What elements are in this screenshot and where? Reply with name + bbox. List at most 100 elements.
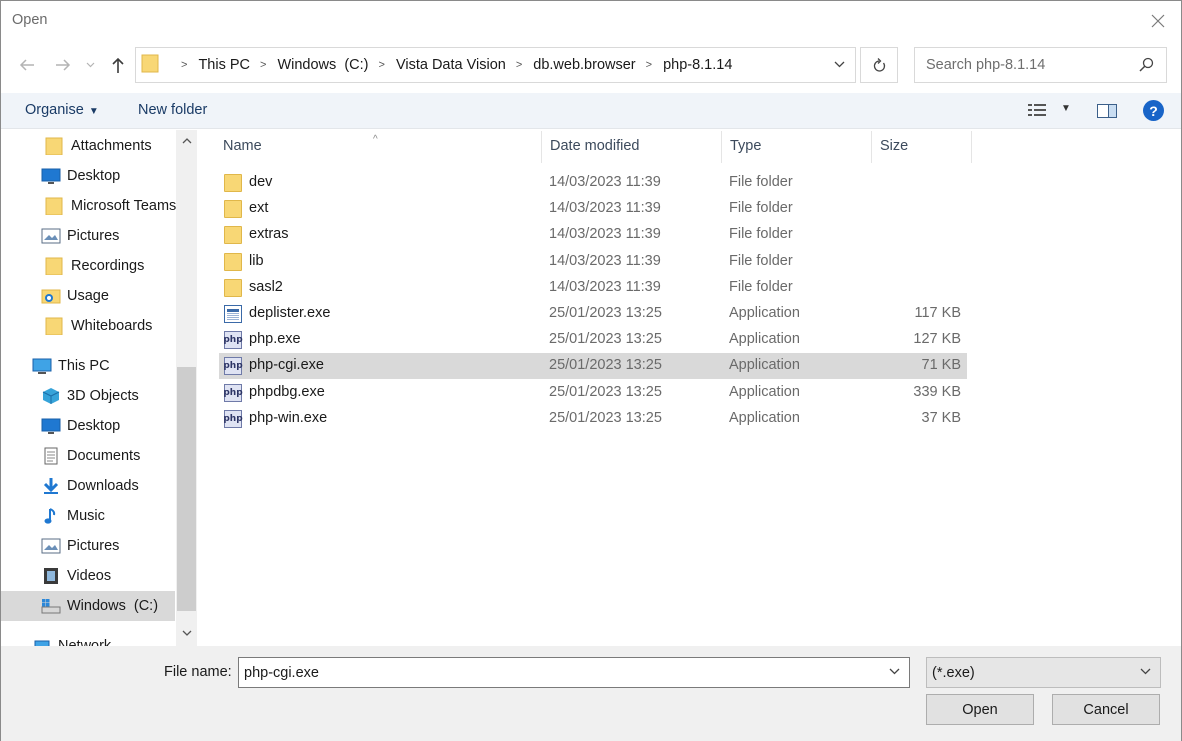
sidebar-item[interactable]: Windows (C:) bbox=[1, 591, 175, 621]
sidebar-item[interactable]: Whiteboards bbox=[1, 311, 175, 341]
file-row[interactable]: lib 14/03/2023 11:39 File folder bbox=[219, 249, 967, 275]
sidebar-item-label: Whiteboards bbox=[71, 318, 153, 334]
sidebar-item[interactable]: Documents bbox=[1, 441, 175, 471]
sidebar-item[interactable]: Network bbox=[1, 631, 175, 646]
back-button[interactable] bbox=[14, 51, 40, 79]
breadcrumb-vista-data-vision[interactable]: Vista Data Vision bbox=[396, 57, 506, 73]
scroll-up-icon[interactable] bbox=[177, 135, 196, 147]
file-row[interactable]: sasl2 14/03/2023 11:39 File folder bbox=[219, 275, 967, 301]
file-name: php-win.exe bbox=[249, 409, 328, 426]
search-input[interactable]: Search php-8.1.14 bbox=[914, 47, 1167, 83]
folder-icon bbox=[224, 278, 242, 297]
column-header-date[interactable]: Date modified bbox=[550, 138, 639, 162]
file-row[interactable]: deplister.exe 25/01/2023 13:25 Application… bbox=[219, 301, 967, 327]
sidebar-item[interactable]: Attachments bbox=[1, 131, 175, 161]
forward-button[interactable] bbox=[50, 51, 76, 79]
refresh-button[interactable] bbox=[860, 47, 898, 83]
column-header-size[interactable]: Size bbox=[880, 138, 908, 162]
file-size: 37 KB bbox=[921, 409, 962, 426]
title-bar: Open bbox=[1, 1, 1181, 41]
column-header-type[interactable]: Type bbox=[730, 138, 761, 162]
address-bar[interactable]: > This PC > Windows (C:) > Vista Data Vi… bbox=[135, 47, 856, 83]
file-row[interactable]: php phpdbg.exe 25/01/2023 13:25 Application… bbox=[219, 380, 967, 406]
up-button[interactable] bbox=[105, 51, 131, 79]
chevron-down-icon[interactable] bbox=[889, 666, 900, 678]
file-row[interactable]: php php-win.exe 25/01/2023 13:25 Applicatio… bbox=[219, 406, 967, 432]
file-row[interactable]: php php.exe 25/01/2023 13:25 Application 127… bbox=[219, 327, 967, 353]
sidebar-item[interactable]: This PC bbox=[1, 351, 175, 381]
folder-icon bbox=[224, 200, 242, 219]
file-name: dev bbox=[249, 174, 273, 190]
file-name-input[interactable]: php-cgi.exe bbox=[238, 657, 910, 688]
sidebar-item-label: 3D Objects bbox=[67, 388, 139, 404]
folder-icon bbox=[224, 226, 242, 245]
folder-icon bbox=[45, 257, 63, 276]
usage-icon bbox=[41, 287, 61, 305]
scroll-down-icon[interactable] bbox=[177, 628, 196, 640]
file-type: Application bbox=[729, 357, 800, 374]
php-icon: php bbox=[223, 357, 243, 376]
file-row[interactable]: ext 14/03/2023 11:39 File folder bbox=[219, 196, 967, 222]
sidebar-item-label: Desktop bbox=[67, 418, 121, 434]
application-icon bbox=[224, 305, 242, 323]
address-dropdown-icon[interactable] bbox=[834, 57, 845, 71]
help-icon[interactable]: ? bbox=[1143, 100, 1164, 121]
caret-down-icon[interactable]: ▼ bbox=[1061, 103, 1071, 114]
sidebar-item[interactable]: Usage bbox=[1, 281, 175, 311]
sidebar-item[interactable]: Music bbox=[1, 501, 175, 531]
sidebar-item[interactable]: Desktop bbox=[1, 161, 175, 191]
organise-label: Organise bbox=[25, 102, 84, 118]
file-row[interactable]: extras 14/03/2023 11:39 File folder bbox=[219, 222, 967, 248]
sidebar-item[interactable]: Videos bbox=[1, 561, 175, 591]
open-button[interactable]: Open bbox=[926, 694, 1034, 725]
file-name: deplister.exe bbox=[249, 305, 331, 321]
file-type-value: (*.exe) bbox=[932, 664, 975, 681]
dialog-footer: File name: php-cgi.exe (*.exe) Open Canc… bbox=[1, 646, 1181, 741]
sidebar-item[interactable]: 3D Objects bbox=[1, 381, 175, 411]
preview-pane-icon[interactable] bbox=[1097, 104, 1117, 118]
file-row[interactable]: dev 14/03/2023 11:39 File folder bbox=[219, 170, 967, 196]
sidebar-item-label: Pictures bbox=[67, 228, 120, 244]
file-date: 14/03/2023 11:39 bbox=[549, 252, 661, 269]
file-date: 14/03/2023 11:39 bbox=[549, 174, 661, 190]
column-divider[interactable] bbox=[971, 131, 972, 163]
sidebar-item[interactable]: Microsoft Teams bbox=[1, 191, 176, 221]
sidebar-item[interactable]: Recordings bbox=[1, 251, 175, 281]
php-icon: php bbox=[223, 331, 243, 350]
sidebar-item[interactable]: Pictures bbox=[1, 221, 175, 251]
column-divider[interactable] bbox=[871, 131, 872, 163]
cancel-button[interactable]: Cancel bbox=[1052, 694, 1160, 725]
breadcrumb-windows-c[interactable]: Windows (C:) bbox=[277, 57, 368, 73]
breadcrumb-this-pc[interactable]: This PC bbox=[198, 57, 250, 73]
folder-icon bbox=[224, 252, 242, 271]
caret-down-icon: ▼ bbox=[88, 106, 99, 117]
sidebar-item[interactable]: Pictures bbox=[1, 531, 175, 561]
sidebar-item-label: This PC bbox=[58, 358, 110, 374]
column-header-name[interactable]: Name ^ bbox=[223, 134, 378, 162]
sidebar-item-label: Downloads bbox=[67, 478, 139, 494]
close-button[interactable] bbox=[1135, 1, 1181, 41]
videos-icon bbox=[41, 567, 59, 585]
breadcrumb-php[interactable]: php-8.1.14 bbox=[663, 57, 732, 73]
nav-scroll-thumb[interactable] bbox=[177, 367, 196, 611]
file-date: 25/01/2023 13:25 bbox=[549, 383, 662, 400]
column-divider[interactable] bbox=[721, 131, 722, 163]
file-name: phpdbg.exe bbox=[249, 383, 325, 400]
sidebar-item-label: Videos bbox=[67, 568, 112, 584]
recent-locations-button[interactable] bbox=[81, 51, 99, 79]
navigation-pane: Attachments Desktop Microsoft Teams Picture… bbox=[1, 130, 197, 646]
file-row[interactable]: php php-cgi.exe 25/01/2023 13:25 Applicatio… bbox=[219, 353, 967, 380]
file-type-select[interactable]: (*.exe) bbox=[926, 657, 1161, 688]
chevron-right-icon: > bbox=[181, 59, 188, 71]
file-type: Application bbox=[729, 305, 800, 321]
sidebar-item[interactable]: Downloads bbox=[1, 471, 175, 501]
folder-icon bbox=[45, 197, 63, 216]
sidebar-item[interactable]: Desktop bbox=[1, 411, 175, 441]
file-name: extras bbox=[249, 226, 289, 243]
search-icon[interactable] bbox=[1139, 57, 1154, 76]
view-options-icon[interactable] bbox=[1028, 103, 1048, 121]
column-divider[interactable] bbox=[541, 131, 542, 163]
new-folder-button[interactable]: New folder bbox=[138, 102, 207, 118]
breadcrumb-db-web-browser[interactable]: db.web.browser bbox=[533, 57, 635, 73]
organise-button[interactable]: Organise ▼ bbox=[25, 102, 99, 118]
